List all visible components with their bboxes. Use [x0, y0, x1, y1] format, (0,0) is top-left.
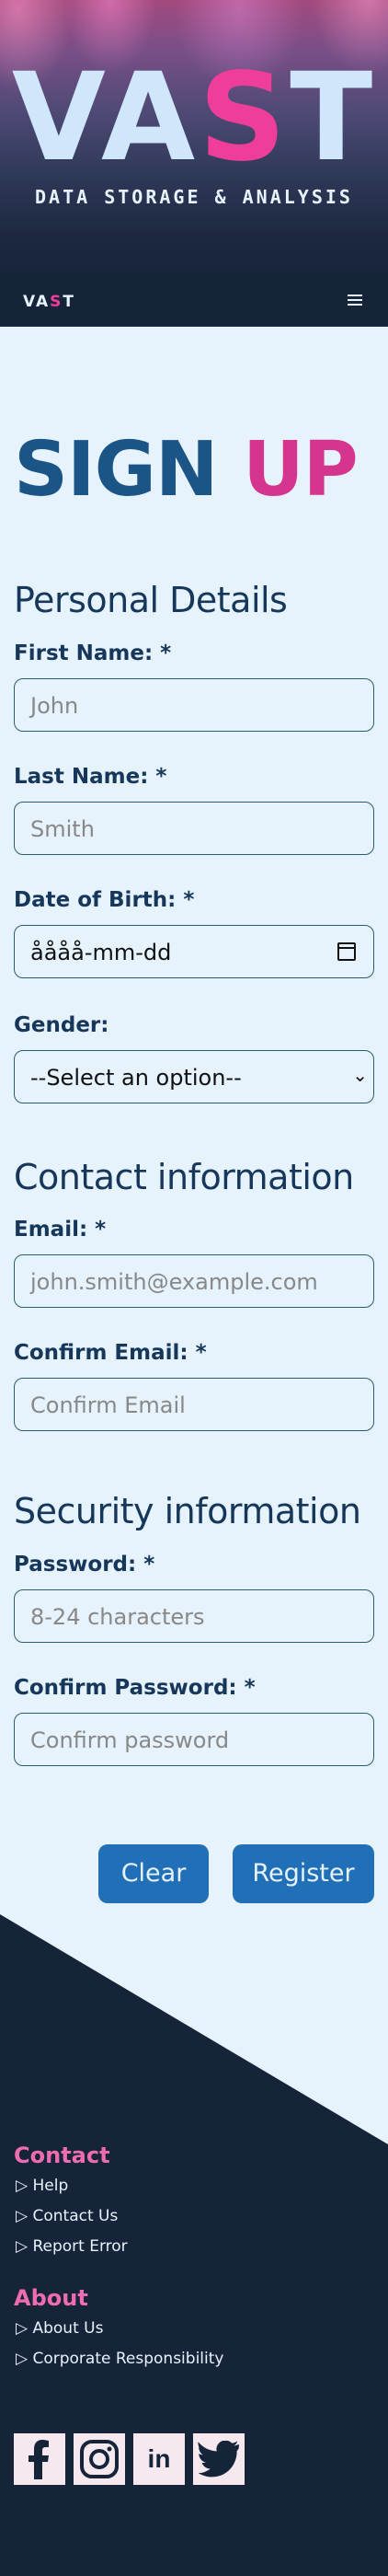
footer-link-contact-us[interactable]: ▷ Contact Us [16, 2207, 118, 2225]
footer-contact-heading: Contact [14, 2143, 110, 2168]
instagram-icon[interactable] [74, 2433, 125, 2485]
hero-banner: VAST DATA STORAGE & ANALYSIS [0, 0, 388, 276]
calendar-icon[interactable] [337, 942, 356, 961]
password-input[interactable]: 8-24 characters [14, 1589, 374, 1643]
page-title: SIGN UP [14, 426, 359, 514]
register-button[interactable]: Register [233, 1844, 374, 1903]
chevron-down-icon: ⌄ [352, 1064, 368, 1086]
footer-about-heading: About [14, 2285, 88, 2311]
first-name-input[interactable]: John [14, 678, 374, 732]
gender-selected-value: --Select an option-- [30, 1065, 242, 1091]
date-of-birth-label: Date of Birth: * [14, 888, 195, 912]
footer-link-report-error[interactable]: ▷ Report Error [16, 2237, 128, 2256]
password-label: Password: * [14, 1553, 155, 1577]
email-input[interactable]: john.smith@example.com [14, 1254, 374, 1308]
security-information-heading: Security information [14, 1491, 361, 1531]
last-name-input[interactable]: Smith [14, 802, 374, 855]
confirm-password-input[interactable]: Confirm password [14, 1713, 374, 1766]
linkedin-icon[interactable]: in [133, 2433, 185, 2485]
date-of-birth-value: åååå-mm-dd [30, 940, 172, 965]
date-of-birth-input[interactable]: åååå-mm-dd [14, 925, 374, 978]
facebook-icon[interactable] [14, 2433, 65, 2485]
hamburger-menu-icon[interactable] [348, 293, 362, 307]
personal-details-heading: Personal Details [14, 580, 288, 620]
linkedin-text: in [147, 2444, 171, 2473]
last-name-label: Last Name: * [14, 765, 167, 789]
confirm-email-input[interactable]: Confirm Email [14, 1378, 374, 1431]
footer-link-help[interactable]: ▷ Help [16, 2177, 68, 2195]
hero-logo: VAST [11, 47, 377, 189]
confirm-password-label: Confirm Password: * [14, 1676, 256, 1700]
confirm-email-label: Confirm Email: * [14, 1341, 207, 1365]
gender-select[interactable]: --Select an option-- ⌄ [14, 1050, 374, 1103]
navbar: VAST [0, 276, 388, 327]
contact-information-heading: Contact information [14, 1157, 354, 1197]
footer-link-corporate-responsibility[interactable]: ▷ Corporate Responsibility [16, 2350, 223, 2368]
clear-button[interactable]: Clear [98, 1844, 209, 1903]
email-label: Email: * [14, 1218, 107, 1242]
nav-logo[interactable]: VAST [23, 293, 75, 311]
gender-label: Gender: [14, 1013, 109, 1037]
twitter-icon[interactable] [193, 2433, 245, 2485]
hero-subtitle: DATA STORAGE & ANALYSIS [35, 186, 353, 208]
footer-link-about-us[interactable]: ▷ About Us [16, 2319, 103, 2338]
first-name-label: First Name: * [14, 641, 172, 665]
